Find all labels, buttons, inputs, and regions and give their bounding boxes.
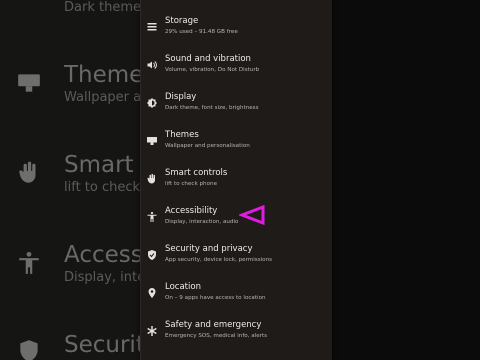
- item-subtitle: Emergency SOS, medical info, alerts: [165, 333, 268, 339]
- smart-controls-icon: [146, 170, 158, 184]
- security-icon: [146, 246, 158, 260]
- item-subtitle: lift to check phone: [165, 181, 218, 187]
- settings-item-security[interactable]: Security and privacy App security, devic…: [140, 243, 332, 281]
- smart-controls-icon: [16, 160, 42, 186]
- bg-subtitle: Display, inte: [64, 270, 146, 285]
- storage-icon: [146, 18, 158, 31]
- accessibility-icon: [146, 208, 158, 222]
- safety-icon: [146, 322, 158, 336]
- settings-item-sound[interactable]: Sound and vibration Volume, vibration, D…: [140, 53, 332, 91]
- settings-item-storage[interactable]: Storage 29% used – 91.48 GB free: [140, 15, 332, 53]
- settings-item-smart-controls[interactable]: Smart controls lift to check phone: [140, 167, 332, 205]
- item-subtitle: 29% used – 91.48 GB free: [165, 29, 238, 35]
- settings-list: Storage 29% used – 91.48 GB free Sound a…: [140, 0, 332, 360]
- item-title: Location: [165, 282, 201, 292]
- bg-row-smart-controls: Smart co lift to check: [0, 150, 168, 200]
- item-title: Security and privacy: [165, 244, 253, 254]
- themes-icon: [16, 70, 42, 96]
- security-icon: [16, 338, 42, 360]
- item-title: Sound and vibration: [165, 54, 251, 64]
- item-title: Accessibility: [165, 206, 218, 216]
- settings-item-display[interactable]: Display Dark theme, font size, brightnes…: [140, 91, 332, 129]
- item-subtitle: App security, device lock, permissions: [165, 257, 273, 263]
- item-subtitle: On – 9 apps have access to location: [165, 295, 266, 301]
- pointer-triangle-icon: [237, 204, 267, 226]
- right-shade: [332, 0, 480, 360]
- item-subtitle: Volume, vibration, Do Not Disturb: [165, 67, 260, 73]
- themes-icon: [146, 132, 158, 145]
- bg-row-display: Dark theme, f: [0, 0, 154, 30]
- settings-item-themes[interactable]: Themes Wallpaper and personalisation: [140, 129, 332, 167]
- item-title: Display: [165, 92, 197, 102]
- bg-row-themes: Themes Wallpaper and: [0, 60, 158, 120]
- settings-item-accessibility[interactable]: Accessibility Display, interaction, audi…: [140, 205, 332, 243]
- settings-item-location[interactable]: Location On – 9 apps have access to loca…: [140, 281, 332, 319]
- sound-icon: [146, 56, 158, 69]
- item-subtitle: Display, interaction, audio: [165, 219, 239, 225]
- item-subtitle: Wallpaper and personalisation: [165, 143, 250, 149]
- location-icon: [146, 284, 158, 298]
- display-icon: [146, 94, 158, 108]
- item-title: Storage: [165, 16, 199, 26]
- item-title: Safety and emergency: [165, 320, 262, 330]
- accessibility-icon: [16, 250, 42, 276]
- bg-row-security: Security: [0, 330, 158, 360]
- bg-row-accessibility: Accessibi Display, inte: [0, 240, 170, 290]
- item-subtitle: Dark theme, font size, brightness: [165, 105, 259, 111]
- item-title: Smart controls: [165, 168, 228, 178]
- item-title: Themes: [165, 130, 199, 140]
- settings-item-safety[interactable]: Safety and emergency Emergency SOS, medi…: [140, 319, 332, 357]
- bg-subtitle: lift to check: [64, 180, 141, 195]
